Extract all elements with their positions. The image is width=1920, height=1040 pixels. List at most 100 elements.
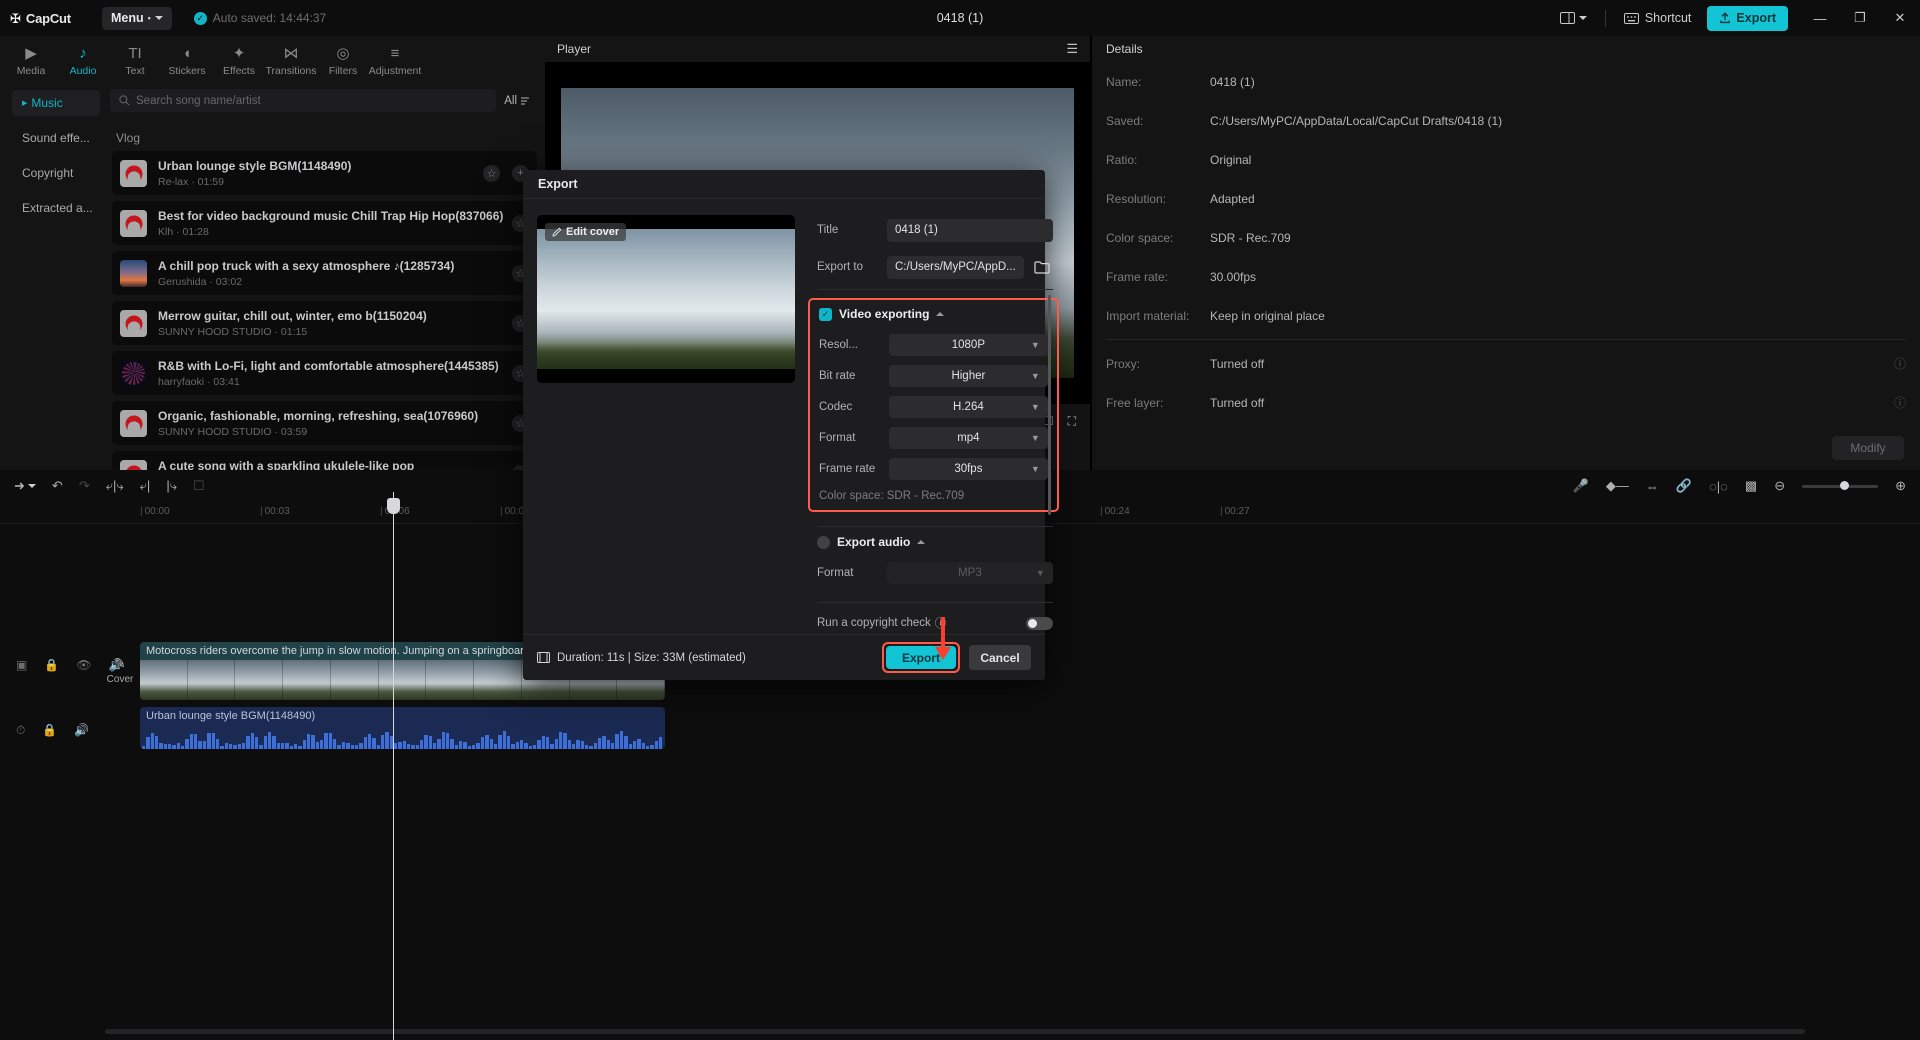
select-codec[interactable]: H.264▼ — [889, 396, 1048, 418]
split-tool[interactable]: ⤶|⤷ — [106, 478, 124, 494]
audio-mute-icon[interactable]: 🔊 — [74, 723, 89, 737]
search-input[interactable]: Search song name/artist — [110, 89, 496, 112]
audio-clip[interactable]: Urban lounge style BGM(1148490) — [140, 707, 665, 749]
select-resol[interactable]: 1080P▼ — [889, 334, 1048, 356]
waveform-bar — [351, 745, 354, 749]
select-tool[interactable]: ➜ — [14, 478, 36, 494]
song-list-item[interactable]: Merrow guitar, chill out, winter, emo b(… — [112, 301, 537, 345]
chevron-down-icon: ▼ — [1031, 433, 1040, 443]
unlink-icon[interactable]: ◌|◌ — [1709, 479, 1728, 494]
export-path-input[interactable]: C:/Users/MyPC/AppD... — [887, 256, 1024, 279]
export-audio-checkbox[interactable] — [817, 536, 830, 549]
edit-cover-button[interactable]: Edit cover — [545, 223, 626, 241]
hamburger-icon[interactable]: ☰ — [1066, 41, 1078, 57]
caption-icon[interactable]: ▩ — [1745, 478, 1757, 494]
menu-button[interactable]: Menu • — [102, 7, 172, 30]
close-button[interactable]: ✕ — [1880, 0, 1920, 36]
song-list-item[interactable]: Urban lounge style BGM(1148490)Re-lax · … — [112, 151, 537, 195]
redo-button[interactable]: ↷ — [79, 478, 90, 494]
select-format[interactable]: MP3▼ — [887, 562, 1053, 584]
shortcut-button[interactable]: Shortcut — [1614, 11, 1702, 25]
waveform-bar — [642, 743, 645, 749]
song-list-item[interactable]: Organic, fashionable, morning, refreshin… — [112, 401, 537, 445]
select-value: 1080P — [952, 339, 985, 351]
waveform-bar — [655, 741, 658, 749]
playhead-handle[interactable] — [387, 498, 400, 514]
waveform-bar — [238, 744, 241, 749]
song-list-item[interactable]: A chill pop truck with a sexy atmosphere… — [112, 251, 537, 295]
nav-tab-media[interactable]: ▶Media — [5, 36, 57, 82]
info-icon[interactable]: ⓘ — [1894, 355, 1906, 372]
keyframe-icon[interactable]: ◆— — [1606, 478, 1629, 494]
delete-left-tool[interactable]: ⤶| — [140, 478, 151, 494]
nav-tab-adjustment[interactable]: ≡Adjustment — [369, 36, 421, 82]
track-lock-icon[interactable]: ▣ — [16, 658, 27, 672]
title-input[interactable]: 0418 (1) — [887, 219, 1053, 242]
category-item-2[interactable]: Copyright — [12, 160, 100, 186]
video-exporting-checkbox[interactable]: ✓ — [819, 308, 832, 321]
waveform-bar — [503, 731, 506, 749]
waveform-bar — [459, 741, 462, 749]
titlebar-export-button[interactable]: Export — [1707, 6, 1788, 31]
select-row: Bit rateHigher▼ — [819, 360, 1048, 391]
category-item-3[interactable]: Extracted a... — [12, 195, 100, 221]
song-list-item[interactable]: Best for video background music Chill Tr… — [112, 201, 537, 245]
info-icon[interactable]: ⓘ — [1894, 394, 1906, 411]
maximize-button[interactable]: ❐ — [1840, 0, 1880, 36]
cancel-button[interactable]: Cancel — [969, 645, 1031, 670]
zoom-out-icon[interactable]: ⊖ — [1774, 478, 1785, 494]
audio-keyframe-icon[interactable]: ⏱ — [16, 723, 25, 738]
detail-key: Free layer: — [1106, 396, 1210, 410]
favorite-star-icon[interactable]: ☆ — [483, 165, 500, 182]
song-name: Merrow guitar, chill out, winter, emo b(… — [158, 309, 512, 323]
chevron-up-icon[interactable] — [936, 312, 944, 316]
record-icon[interactable]: 🎤 — [1573, 478, 1589, 494]
copyright-check-toggle[interactable] — [1026, 617, 1053, 630]
undo-button[interactable]: ↶ — [52, 478, 63, 494]
nav-tab-effects[interactable]: ✦Effects — [213, 36, 265, 82]
category-item-0[interactable]: ▶Music — [12, 90, 100, 116]
nav-tab-transitions[interactable]: ⋈Transitions — [265, 36, 317, 82]
cover-thumbnail[interactable]: ✎ Cover — [105, 655, 135, 685]
menu-dot-icon: • — [148, 13, 151, 23]
select-bitrate[interactable]: Higher▼ — [889, 365, 1048, 387]
timeline-scrollbar[interactable] — [105, 1029, 1805, 1034]
song-list-item[interactable]: R&B with Lo-Fi, light and comfortable at… — [112, 351, 537, 395]
link-icon[interactable]: 🔗 — [1676, 478, 1692, 494]
nav-tab-text[interactable]: TIText — [109, 36, 161, 82]
details-title: Details — [1092, 36, 1920, 62]
select-framerate[interactable]: 30fps▼ — [889, 458, 1048, 480]
audio-clip-label: Urban lounge style BGM(1148490) — [146, 710, 315, 722]
fullscreen-icon[interactable]: ⛶ — [1068, 414, 1076, 429]
nav-tab-filters[interactable]: ◎Filters — [317, 36, 369, 82]
nav-tab-stickers[interactable]: ◖Stickers — [161, 36, 213, 82]
export-dialog: Export Edit cover Title 0418 (1) Export … — [523, 170, 1045, 680]
category-item-1[interactable]: Sound effe... — [12, 125, 100, 151]
filter-button[interactable]: All — [504, 95, 533, 107]
nav-tab-audio[interactable]: ♪Audio — [57, 36, 109, 82]
modify-button[interactable]: Modify — [1832, 436, 1904, 460]
chevron-up-icon[interactable] — [917, 540, 925, 544]
select-format[interactable]: mp4▼ — [889, 427, 1048, 449]
select-value: 30fps — [954, 463, 982, 475]
audio-lock-icon[interactable]: 🔒 — [42, 723, 57, 737]
zoom-in-icon[interactable]: ⊕ — [1895, 478, 1906, 494]
delete-right-tool[interactable]: |⤷ — [166, 478, 177, 494]
track-eye-icon[interactable]: 👁 — [76, 658, 91, 672]
window-controls: — ❐ ✕ — [1800, 0, 1920, 36]
song-meta: Best for video background music Chill Tr… — [158, 209, 512, 238]
chevron-down-icon — [155, 16, 163, 20]
track-lock-icon-2[interactable]: 🔒 — [44, 658, 59, 672]
crop-tool[interactable]: ☐ — [193, 478, 205, 494]
zoom-slider-knob[interactable] — [1840, 481, 1849, 490]
mirror-icon[interactable]: ⇔ — [1646, 479, 1659, 494]
layout-button[interactable] — [1550, 12, 1597, 24]
modal-scrollbar[interactable] — [1048, 295, 1051, 515]
waveform-bar — [646, 746, 649, 749]
waveform-bar — [529, 746, 532, 749]
duration-text: Duration: 11s | Size: 33M (estimated) — [557, 652, 746, 664]
minimize-button[interactable]: — — [1800, 0, 1840, 36]
folder-browse-button[interactable] — [1031, 256, 1053, 278]
select-row: CodecH.264▼ — [819, 391, 1048, 422]
zoom-slider[interactable] — [1802, 485, 1878, 488]
